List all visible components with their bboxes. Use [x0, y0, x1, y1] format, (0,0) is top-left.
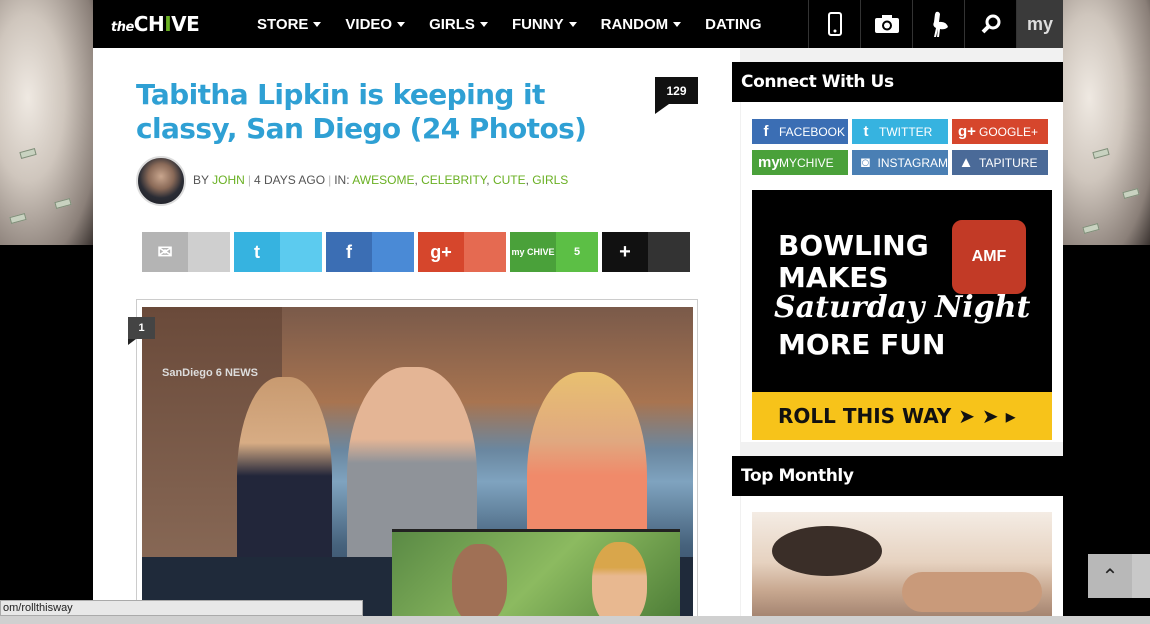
category-link-awesome[interactable]: AWESOME — [352, 173, 414, 187]
twitter-link[interactable]: t TWITTER — [852, 119, 948, 144]
caret-down-icon — [568, 21, 577, 27]
nav-item-store[interactable]: STORE — [245, 16, 333, 33]
category-link-cute[interactable]: CUTE — [493, 173, 526, 187]
share-bar: ✉ t f g+ my CHIVE 5 + — [142, 232, 690, 272]
scroll-to-top-button[interactable]: ⌃ — [1088, 554, 1132, 598]
googleplus-link[interactable]: g+ GOOGLE+ — [952, 119, 1048, 144]
chevron-up-icon: ⌃ — [1101, 565, 1119, 588]
mychive-link[interactable]: my MYCHIVE — [752, 150, 848, 175]
facebook-icon: f — [763, 123, 769, 140]
ad-headline: BOWLING MAKES — [778, 230, 929, 294]
share-email-button[interactable]: ✉ — [142, 232, 230, 272]
category-link-celebrity[interactable]: CELEBRITY — [421, 173, 486, 187]
byline: BY JOHN | 4 DAYS AGO | IN: AWESOME, CELEBRIT… — [193, 173, 569, 187]
share-twitter-button[interactable]: t — [234, 232, 322, 272]
social-label: MYCHIVE — [779, 155, 834, 170]
social-label: GOOGLE+ — [979, 124, 1039, 139]
plus-icon: + — [602, 232, 648, 272]
top-navigation: theCHIVE STORE VIDEO GIRLS FUNNY RANDOM … — [93, 0, 1063, 48]
logo-ve: VE — [171, 12, 200, 36]
background-photo-right — [1063, 0, 1150, 245]
post-time: 4 DAYS AGO — [253, 173, 326, 187]
tapiture-link[interactable]: ▲ TAPITURE — [952, 150, 1048, 175]
googleplus-icon: g+ — [418, 232, 464, 272]
nav-item-random[interactable]: RANDOM — [589, 16, 694, 33]
article-photo[interactable]: SanDiego 6 NEWS — [142, 307, 693, 624]
social-label: TWITTER — [879, 124, 933, 139]
mychive-share-count: 5 — [556, 232, 598, 272]
ad-line-4: MORE FUN — [778, 328, 946, 361]
mychive-button[interactable]: my — [1016, 0, 1063, 48]
comment-count-badge[interactable]: 129 — [655, 77, 698, 104]
category-link-girls[interactable]: GIRLS — [532, 173, 568, 187]
inset-photo — [392, 529, 680, 624]
top-monthly-header: Top Monthly — [732, 456, 1063, 496]
author-link[interactable]: JOHN — [212, 173, 245, 187]
share-googleplus-button[interactable]: g+ — [418, 232, 506, 272]
social-label: TAPITURE — [979, 155, 1038, 170]
share-facebook-button[interactable]: f — [326, 232, 414, 272]
status-bar-url: om/rollthisway — [0, 600, 363, 616]
social-label: INSTAGRAM — [877, 155, 948, 170]
scroll-side — [1132, 554, 1150, 598]
facebook-link[interactable]: f FACEBOOK — [752, 119, 848, 144]
share-more-button[interactable]: + — [602, 232, 690, 272]
mychive-icon: my CHIVE — [510, 232, 556, 272]
window-bottom-bar — [0, 616, 1150, 624]
author-avatar[interactable] — [136, 156, 186, 206]
nav-icon-group: my — [808, 0, 1063, 48]
connect-header: Connect With Us — [732, 62, 1063, 102]
ad-line-3: Saturday Night — [774, 290, 1031, 325]
email-icon: ✉ — [142, 232, 188, 272]
photo-number-badge: 1 — [128, 317, 155, 339]
photo-badge-tail — [128, 339, 136, 345]
ad-line-1: BOWLING — [778, 229, 929, 262]
twitter-icon: t — [863, 123, 869, 140]
caret-down-icon — [673, 21, 682, 27]
background-photo-left — [0, 0, 93, 245]
googleplus-icon: g+ — [958, 123, 976, 140]
nav-item-funny[interactable]: FUNNY — [500, 16, 589, 33]
article-title[interactable]: Tabitha Lipkin is keeping it classy, San… — [136, 78, 616, 146]
station-logo: SanDiego 6 NEWS — [162, 367, 258, 379]
nav-item-video[interactable]: VIDEO — [333, 16, 417, 33]
nav-item-girls[interactable]: GIRLS — [417, 16, 500, 33]
byline-by: BY — [193, 173, 209, 187]
camera-icon[interactable] — [860, 0, 912, 48]
nav-label: GIRLS — [429, 15, 475, 33]
twitter-icon: t — [234, 232, 280, 272]
amf-logo: AMF — [952, 220, 1026, 294]
nav-links: STORE VIDEO GIRLS FUNNY RANDOM DATING — [245, 16, 774, 33]
phone-icon[interactable] — [808, 0, 860, 48]
ostrich-icon[interactable] — [912, 0, 964, 48]
social-label: FACEBOOK — [779, 124, 846, 139]
nav-label: RANDOM — [600, 15, 669, 33]
caret-down-icon — [479, 21, 488, 27]
social-links: f FACEBOOK t TWITTER g+ GOOGLE+ my MYCHIVE ◙… — [752, 119, 1048, 175]
nav-label: STORE — [257, 15, 309, 33]
caret-down-icon — [397, 21, 406, 27]
logo-ch: CH — [133, 12, 165, 36]
chive-logo[interactable]: theCHIVE — [93, 12, 233, 36]
caret-down-icon — [313, 21, 322, 27]
byline-in: IN: — [334, 173, 350, 187]
mychive-icon: my — [758, 154, 780, 171]
tapiture-icon: ▲ — [958, 154, 974, 171]
logo-the: the — [111, 20, 134, 35]
instagram-link[interactable]: ◙ INSTAGRAM — [852, 150, 948, 175]
search-icon[interactable] — [964, 0, 1016, 48]
top-monthly-image[interactable] — [752, 512, 1052, 624]
nav-label: FUNNY — [511, 15, 564, 33]
instagram-icon: ◙ — [860, 154, 870, 171]
amf-bowling-ad[interactable]: BOWLING MAKES Saturday Night MORE FUN AMF… — [752, 190, 1052, 440]
ad-cta[interactable]: ROLL THIS WAY ➤ ➤ ▸ — [752, 392, 1052, 440]
facebook-icon: f — [326, 232, 372, 272]
share-mychive-button[interactable]: my CHIVE 5 — [510, 232, 598, 272]
comment-badge-tail — [655, 104, 669, 114]
nav-label: DATING — [705, 15, 762, 33]
nav-item-dating[interactable]: DATING — [693, 16, 773, 33]
nav-label: VIDEO — [345, 15, 393, 33]
